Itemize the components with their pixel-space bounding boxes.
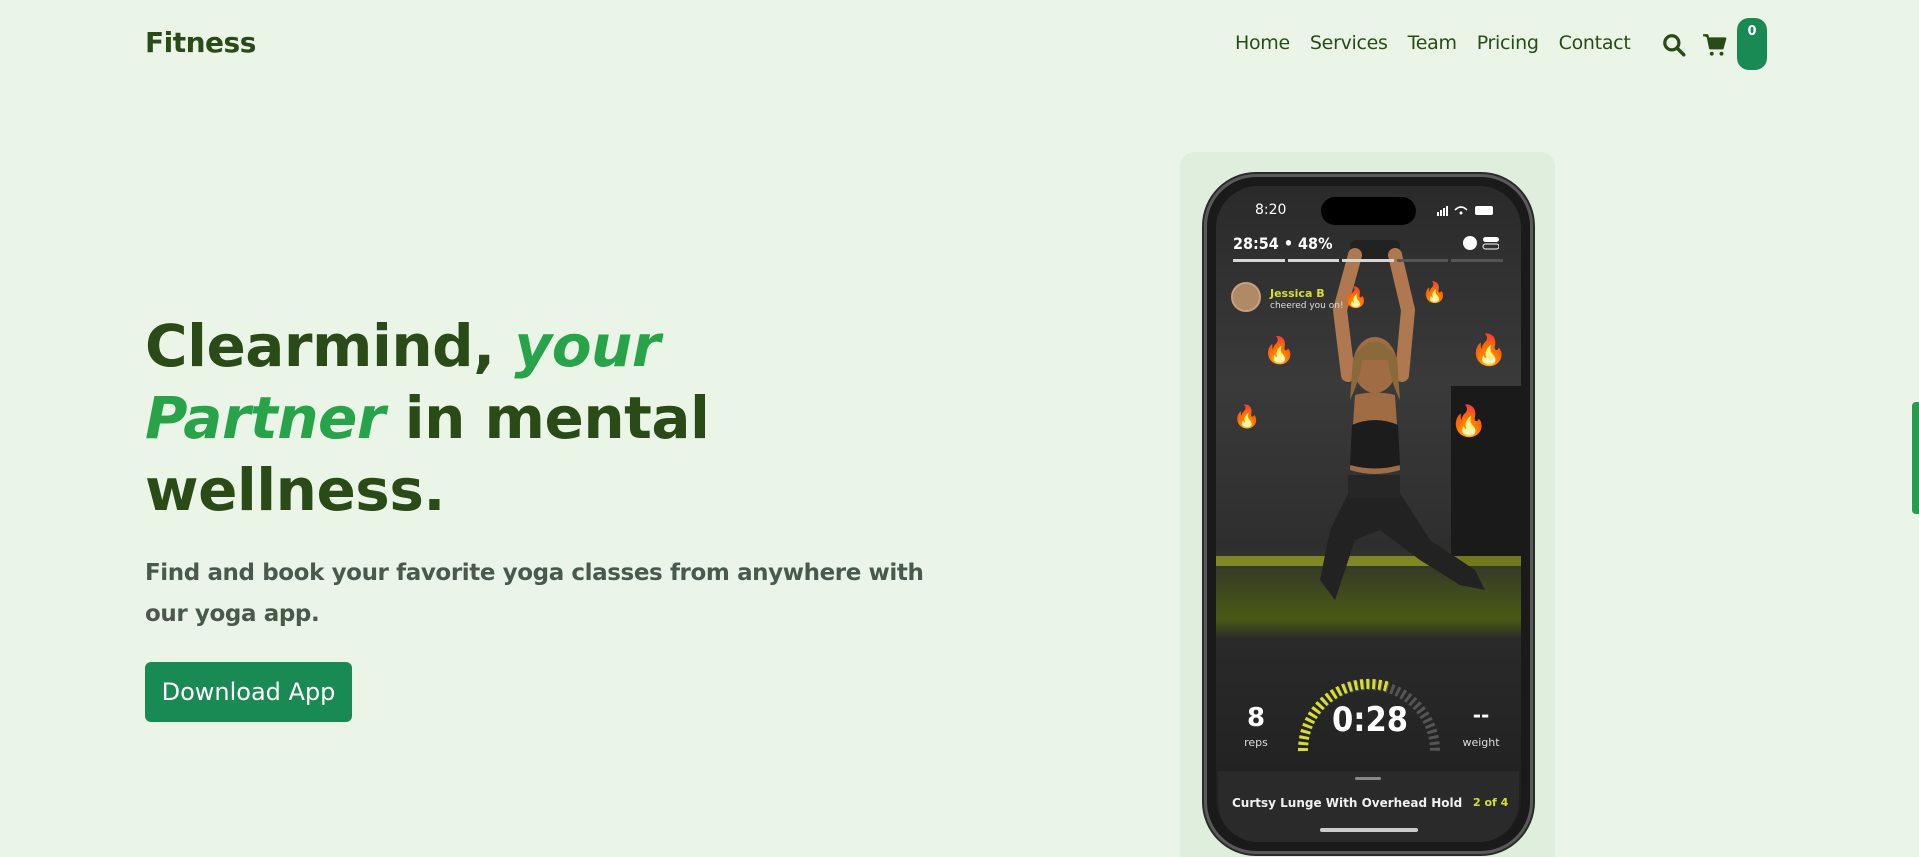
cheer-name: Jessica B [1270,287,1325,300]
hero-title-part3: wellness. [145,456,445,524]
flame-icon: 🔥 [1343,285,1368,309]
hero-title-part1: Clearmind, [145,312,515,380]
cheer-text: cheered you on! [1270,301,1344,311]
panel-handle[interactable] [1355,777,1381,780]
cart-icon[interactable] [1702,32,1728,58]
hero-title: Clearmind, your Partner in mental wellne… [145,310,765,526]
reps-value: 8 [1246,703,1266,733]
timer-value: 0:28 [1331,700,1409,740]
weight-value: -- [1472,703,1490,727]
exercise-count: 2 of 4 [1473,796,1509,809]
scrollbar[interactable] [1912,402,1919,514]
hero-title-part2: in mental [385,384,710,452]
main-menu: Home Services Team Pricing Contact [1235,32,1631,54]
exercise-name: Curtsy Lunge With Overhead Hold [1232,796,1463,810]
flame-icon: 🔥 [1422,280,1447,304]
spotify-icon[interactable] [1463,235,1499,251]
flame-icon: 🔥 [1263,336,1296,366]
workout-stats: 28:54 • 48% [1233,234,1333,253]
athlete-image [1320,240,1485,600]
nav-link-home[interactable]: Home [1235,32,1290,54]
nav-link-pricing[interactable]: Pricing [1477,32,1539,54]
flame-icon: 🔥 [1233,405,1261,430]
workout-progress [1233,259,1503,263]
hero-subtitle: Find and book your favorite yoga classes… [145,560,924,627]
flame-icon: 🔥 [1450,404,1488,439]
hero-title-accent2: Partner [145,384,386,452]
flame-icon: 🔥 [1470,333,1508,368]
reps-label: reps [1244,736,1268,749]
avatar [1231,282,1261,312]
download-app-button[interactable]: Download App [145,662,352,722]
status-icons [1437,206,1493,216]
weight-label: weight [1462,736,1500,749]
nav-link-services[interactable]: Services [1310,32,1388,54]
cart-count-badge[interactable]: 0 [1737,18,1767,70]
dynamic-island [1321,197,1416,225]
hero-title-accent1: your [514,312,660,380]
brand-logo[interactable]: Fitness [145,26,256,59]
status-time: 8:20 [1255,202,1287,218]
nav-link-team[interactable]: Team [1408,32,1457,54]
nav-link-contact[interactable]: Contact [1559,32,1631,54]
top-navigation: Fitness Home Services Team Pricing Conta… [0,0,1919,90]
home-indicator [1320,828,1418,832]
search-icon[interactable] [1661,32,1687,58]
